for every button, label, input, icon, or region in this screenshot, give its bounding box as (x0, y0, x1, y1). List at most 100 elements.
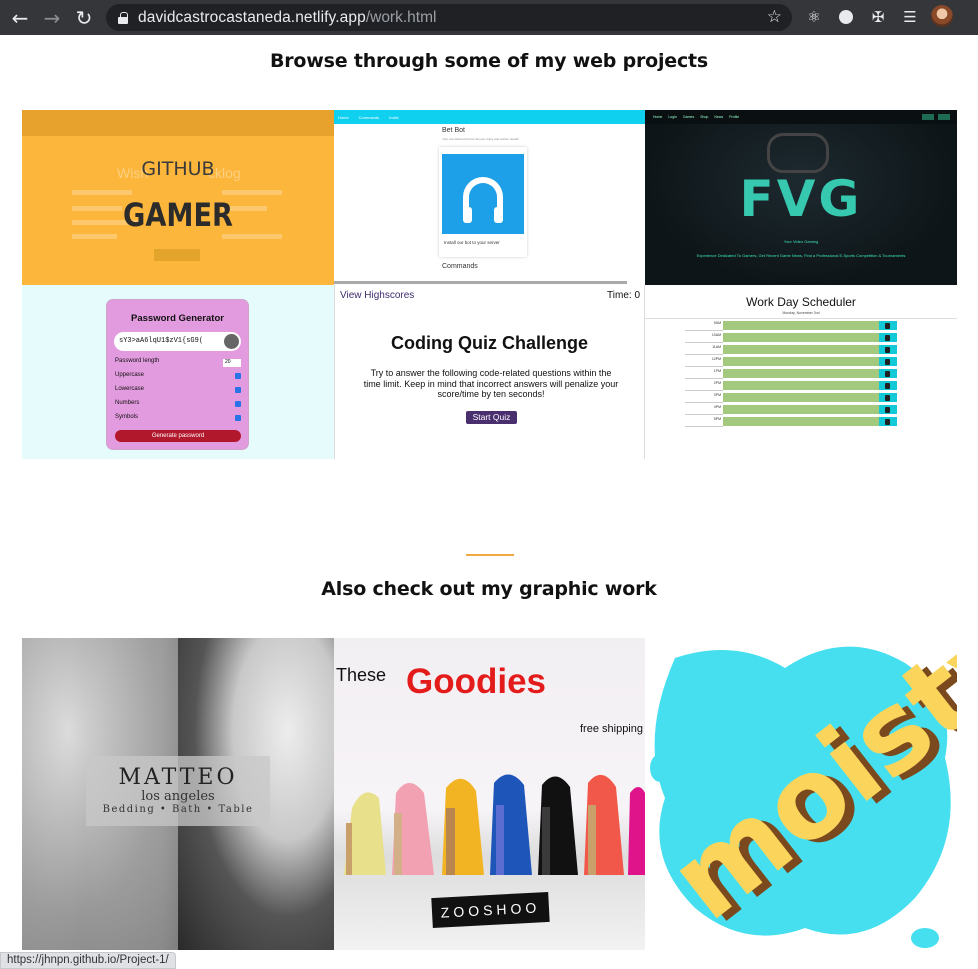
matteo-name: MATTEO (118, 765, 238, 790)
scheduler-title: Work Day Scheduler (746, 295, 856, 309)
copy-icon (224, 334, 239, 349)
project-coding-quiz[interactable]: View Highscores Time: 0 Coding Quiz Chal… (334, 285, 645, 459)
scheduler-slot (723, 381, 879, 391)
free-shipping-text: free shipping (580, 723, 643, 735)
bet-nav: Home Commands Invite (334, 110, 645, 124)
web-projects-grid: Wish cklog GITHUB GAMER Home Commands In… (22, 110, 957, 459)
pw-row: Password length (115, 358, 160, 364)
pw-title: Password Generator (131, 313, 224, 324)
view-highscores: View Highscores (340, 290, 415, 301)
scheduler-slot (723, 357, 879, 367)
fvg-nav-item: Home (653, 115, 663, 119)
fvg-nav-item: Games (682, 115, 695, 119)
ghost-field (222, 234, 282, 239)
fvg-line: Experience Dedicated To Gamers, Get Rece… (696, 253, 906, 258)
avatar[interactable] (931, 5, 953, 27)
scheduler-slot (723, 333, 879, 343)
forward-arrow-icon[interactable]: → (36, 0, 68, 35)
start-quiz-button: Start Quiz (466, 411, 517, 424)
url-host: davidcastrocastaneda.netlify.app (138, 8, 366, 26)
scheduler-hour: 12PM (685, 357, 723, 367)
fvg-logo: FVG (739, 170, 863, 228)
scrollbar (334, 281, 627, 284)
scheduler-hour: 5PM (685, 417, 723, 427)
url-path: /work.html (365, 8, 437, 26)
headphones-image (442, 154, 524, 234)
pw-row: Lowercase (115, 386, 145, 392)
shoes-illustration (344, 774, 645, 875)
project-work-day-scheduler[interactable]: Work Day Scheduler Monday, November 2nd … (645, 285, 957, 459)
ghost-button (154, 249, 200, 261)
scheduler-slot (723, 345, 879, 355)
graphic-work-grid: MATTEO los angeles Bedding • Bath • Tabl… (22, 638, 957, 950)
headphones-icon (463, 177, 503, 223)
checkbox (235, 415, 241, 421)
pw-card: Password Generator sY3>aA6lqU1$zV1{sG9( … (106, 299, 249, 450)
react-icon[interactable]: ⚛ (803, 6, 825, 28)
status-url: https://jhnpn.github.io/Project-1/ (0, 952, 176, 969)
matteo-city: los angeles (141, 789, 215, 804)
scheduler-hour: 1PM (685, 369, 723, 379)
scheduler-slot (723, 405, 879, 415)
reload-icon[interactable]: ↻ (68, 0, 100, 35)
scheduler-hour: 3PM (685, 393, 723, 403)
section-separator (466, 554, 514, 556)
bet-title: Bet Bot (442, 127, 465, 134)
goodies-text: Goodies (406, 662, 547, 701)
bet-card: Install our bot to your server (439, 147, 527, 257)
graphic-work-heading: Also check out my graphic work (321, 578, 657, 600)
scheduler-date: Monday, November 2nd (782, 311, 820, 315)
fvg-button (922, 114, 934, 120)
lock-icon (879, 417, 897, 427)
moisty-illustration: moisty moisty (647, 638, 957, 948)
project-github-gamer[interactable]: Wish cklog GITHUB GAMER (22, 110, 334, 285)
lock-icon (879, 381, 897, 391)
project-fvg[interactable]: Home Login Games Shop News Profile FVG Y… (645, 110, 957, 285)
bet-nav-item: Commands (358, 114, 380, 120)
pw-generate-button: Generate password (115, 430, 241, 442)
scheduler-slot (723, 393, 879, 403)
graphic-matteo[interactable]: MATTEO los angeles Bedding • Bath • Tabl… (22, 638, 334, 950)
fvg-button (938, 114, 950, 120)
lock-icon[interactable] (118, 11, 128, 24)
lock-icon (879, 321, 897, 331)
fvg-nav-item: Shop (700, 115, 709, 119)
scheduler-hour: 11AM (685, 345, 723, 355)
lock-icon (879, 345, 897, 355)
pw-row: Symbols (115, 414, 139, 420)
lock-icon (879, 333, 897, 343)
puzzle-icon[interactable]: ✠ (867, 6, 889, 28)
bet-install: Install our bot to your server (444, 240, 500, 245)
header-band (22, 110, 334, 136)
scheduler-slot (723, 369, 879, 379)
ghost-field (222, 190, 282, 195)
back-arrow-icon[interactable]: ← (4, 0, 36, 35)
github-label: GITHUB (141, 158, 215, 180)
graphic-moisty[interactable]: moisty moisty (645, 638, 957, 950)
project-password-generator[interactable]: Password Generator sY3>aA6lqU1$zV1{sG9( … (22, 285, 334, 459)
star-icon[interactable]: ☆ (767, 7, 782, 27)
quiz-body: Try to answer the following code-related… (363, 368, 619, 399)
quiz-timer: Time: 0 (607, 290, 640, 301)
graphic-goodies[interactable]: These Goodies free shipping ZOOSHOO (334, 638, 645, 950)
media-icon[interactable]: ☰ (899, 6, 921, 28)
address-bar[interactable]: davidcastrocastaneda.netlify.app/work.ht… (106, 4, 792, 31)
scheduler-hour: 2PM (685, 381, 723, 391)
pw-row: Uppercase (115, 372, 145, 378)
fvg-nav-item: News (714, 115, 724, 119)
fvg-nav: Home Login Games Shop News Profile (645, 110, 957, 124)
these-text: These (336, 665, 387, 685)
checkbox (235, 387, 241, 393)
pw-row: Numbers (115, 400, 140, 406)
pw-output: sY3>aA6lqU1$zV1{sG9( (114, 332, 241, 351)
bet-commands: Commands (442, 263, 478, 270)
browser-toolbar: ← → ↻ davidcastrocastaneda.netlify.app/w… (0, 0, 978, 35)
lock-icon (879, 357, 897, 367)
gamer-label: GAMER (123, 196, 233, 234)
project-bet-bot[interactable]: Home Commands Invite Bet Bot Your own Di… (334, 110, 645, 285)
checkbox (235, 373, 241, 379)
extension-icon[interactable] (835, 6, 857, 28)
lock-icon (879, 405, 897, 415)
scheduler-hour: 4PM (685, 405, 723, 415)
fvg-nav-item: Profile (729, 115, 740, 119)
